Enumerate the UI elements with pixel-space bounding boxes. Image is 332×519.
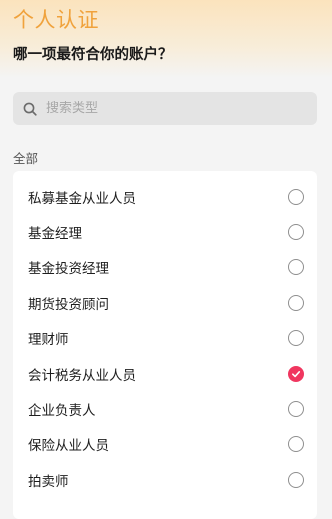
option-label: 私募基金从业人员 [28, 190, 136, 207]
radio-button[interactable] [288, 471, 304, 488]
option-label: 企业负责人 [28, 403, 96, 420]
option-label: 基金经理 [28, 226, 82, 243]
option-label: 拍卖师 [28, 473, 69, 490]
option-item[interactable]: 理财师 [13, 321, 317, 356]
option-list: 私募基金从业人员 基金经理 基金投资经理 期货投资顾问 理财师 会计税务从业人员… [13, 171, 317, 519]
option-item[interactable]: 基金经理 [13, 214, 317, 249]
radio-button[interactable] [288, 259, 304, 276]
page-title: 个人认证 [13, 8, 99, 32]
option-label: 基金投资经理 [28, 261, 109, 278]
option-item[interactable]: 会计税务从业人员 [13, 356, 317, 391]
search-icon [23, 102, 37, 116]
option-item[interactable]: 企业负责人 [13, 391, 317, 426]
radio-button[interactable] [288, 436, 304, 453]
option-item[interactable]: 保险从业人员 [13, 427, 317, 462]
section-label: 全部 [13, 151, 39, 166]
option-label: 理财师 [28, 332, 69, 349]
option-label: 保险从业人员 [28, 438, 109, 455]
option-item[interactable]: 基金投资经理 [13, 250, 317, 285]
radio-button-checked[interactable] [288, 365, 304, 382]
search-bar[interactable] [13, 92, 317, 125]
radio-button[interactable] [288, 401, 304, 418]
option-item[interactable]: 拍卖师 [13, 462, 317, 497]
radio-button[interactable] [288, 330, 304, 347]
checkmark-icon [292, 370, 301, 377]
option-item[interactable]: 私募基金从业人员 [13, 179, 317, 214]
option-item[interactable]: 期货投资顾问 [13, 285, 317, 320]
radio-button[interactable] [288, 294, 304, 311]
option-label: 期货投资顾问 [28, 296, 109, 313]
radio-button[interactable] [288, 188, 304, 205]
page-subtitle: 哪一项最符合你的账户？ [13, 47, 173, 63]
option-label: 会计税务从业人员 [28, 367, 136, 384]
search-input[interactable] [46, 101, 296, 116]
radio-button[interactable] [288, 224, 304, 241]
